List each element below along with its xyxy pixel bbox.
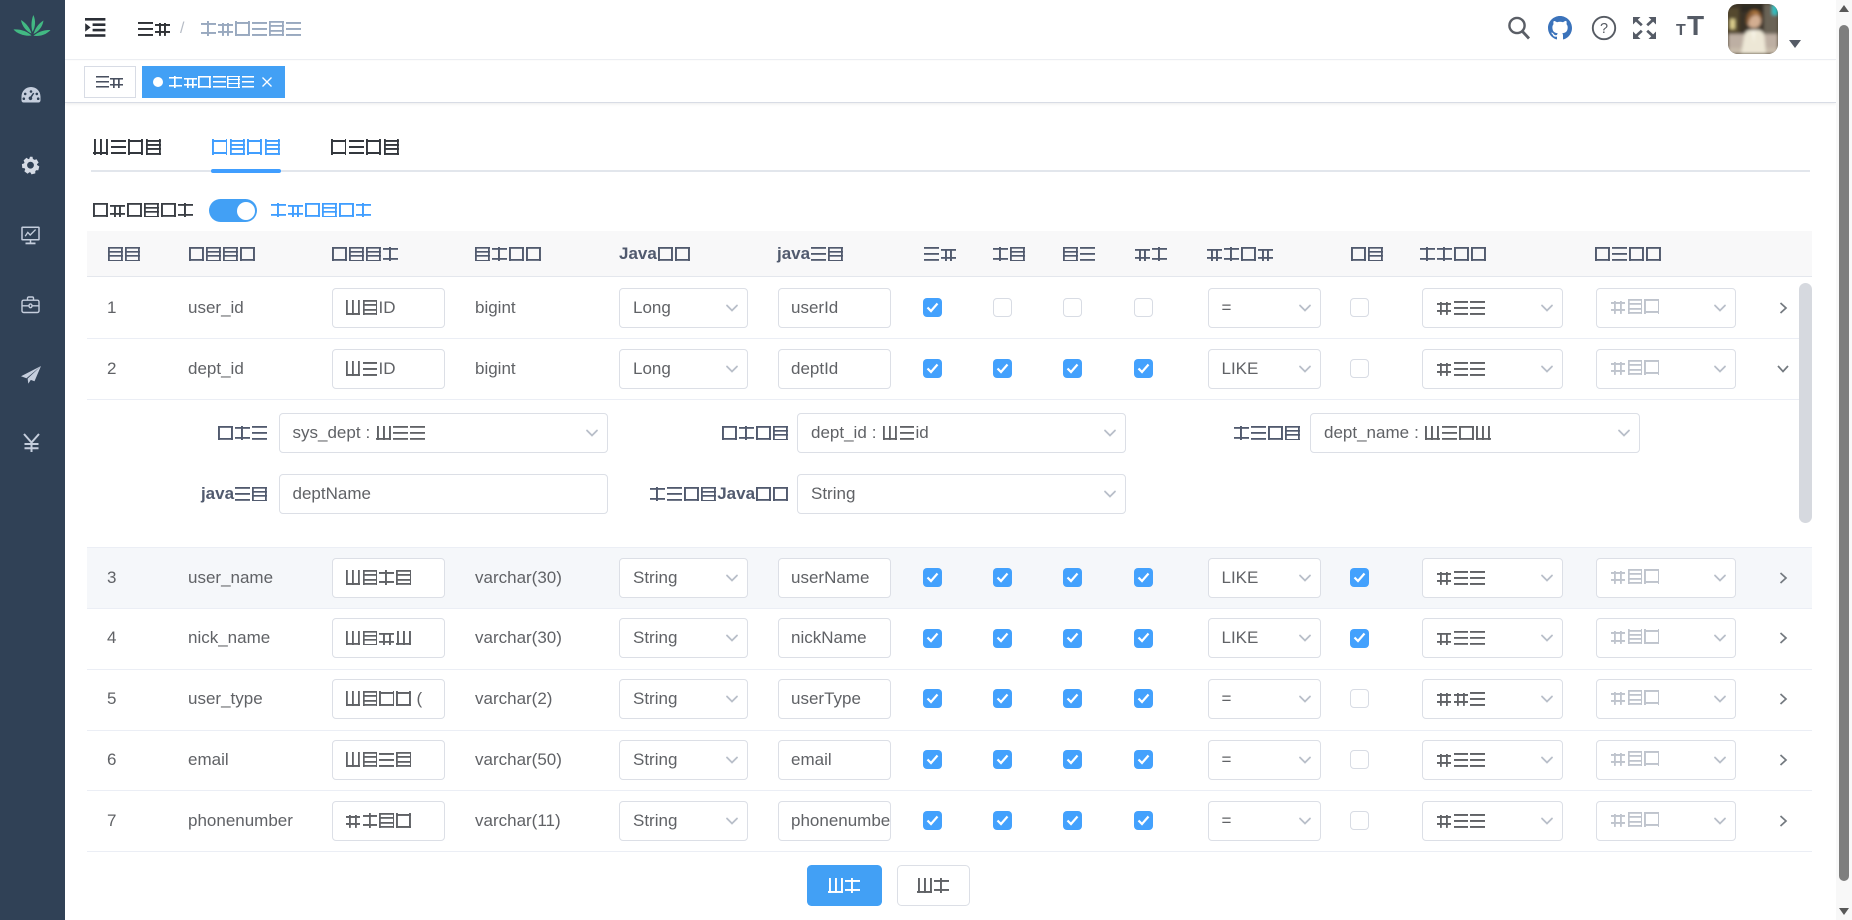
svg-text:?: ?	[1600, 21, 1608, 37]
